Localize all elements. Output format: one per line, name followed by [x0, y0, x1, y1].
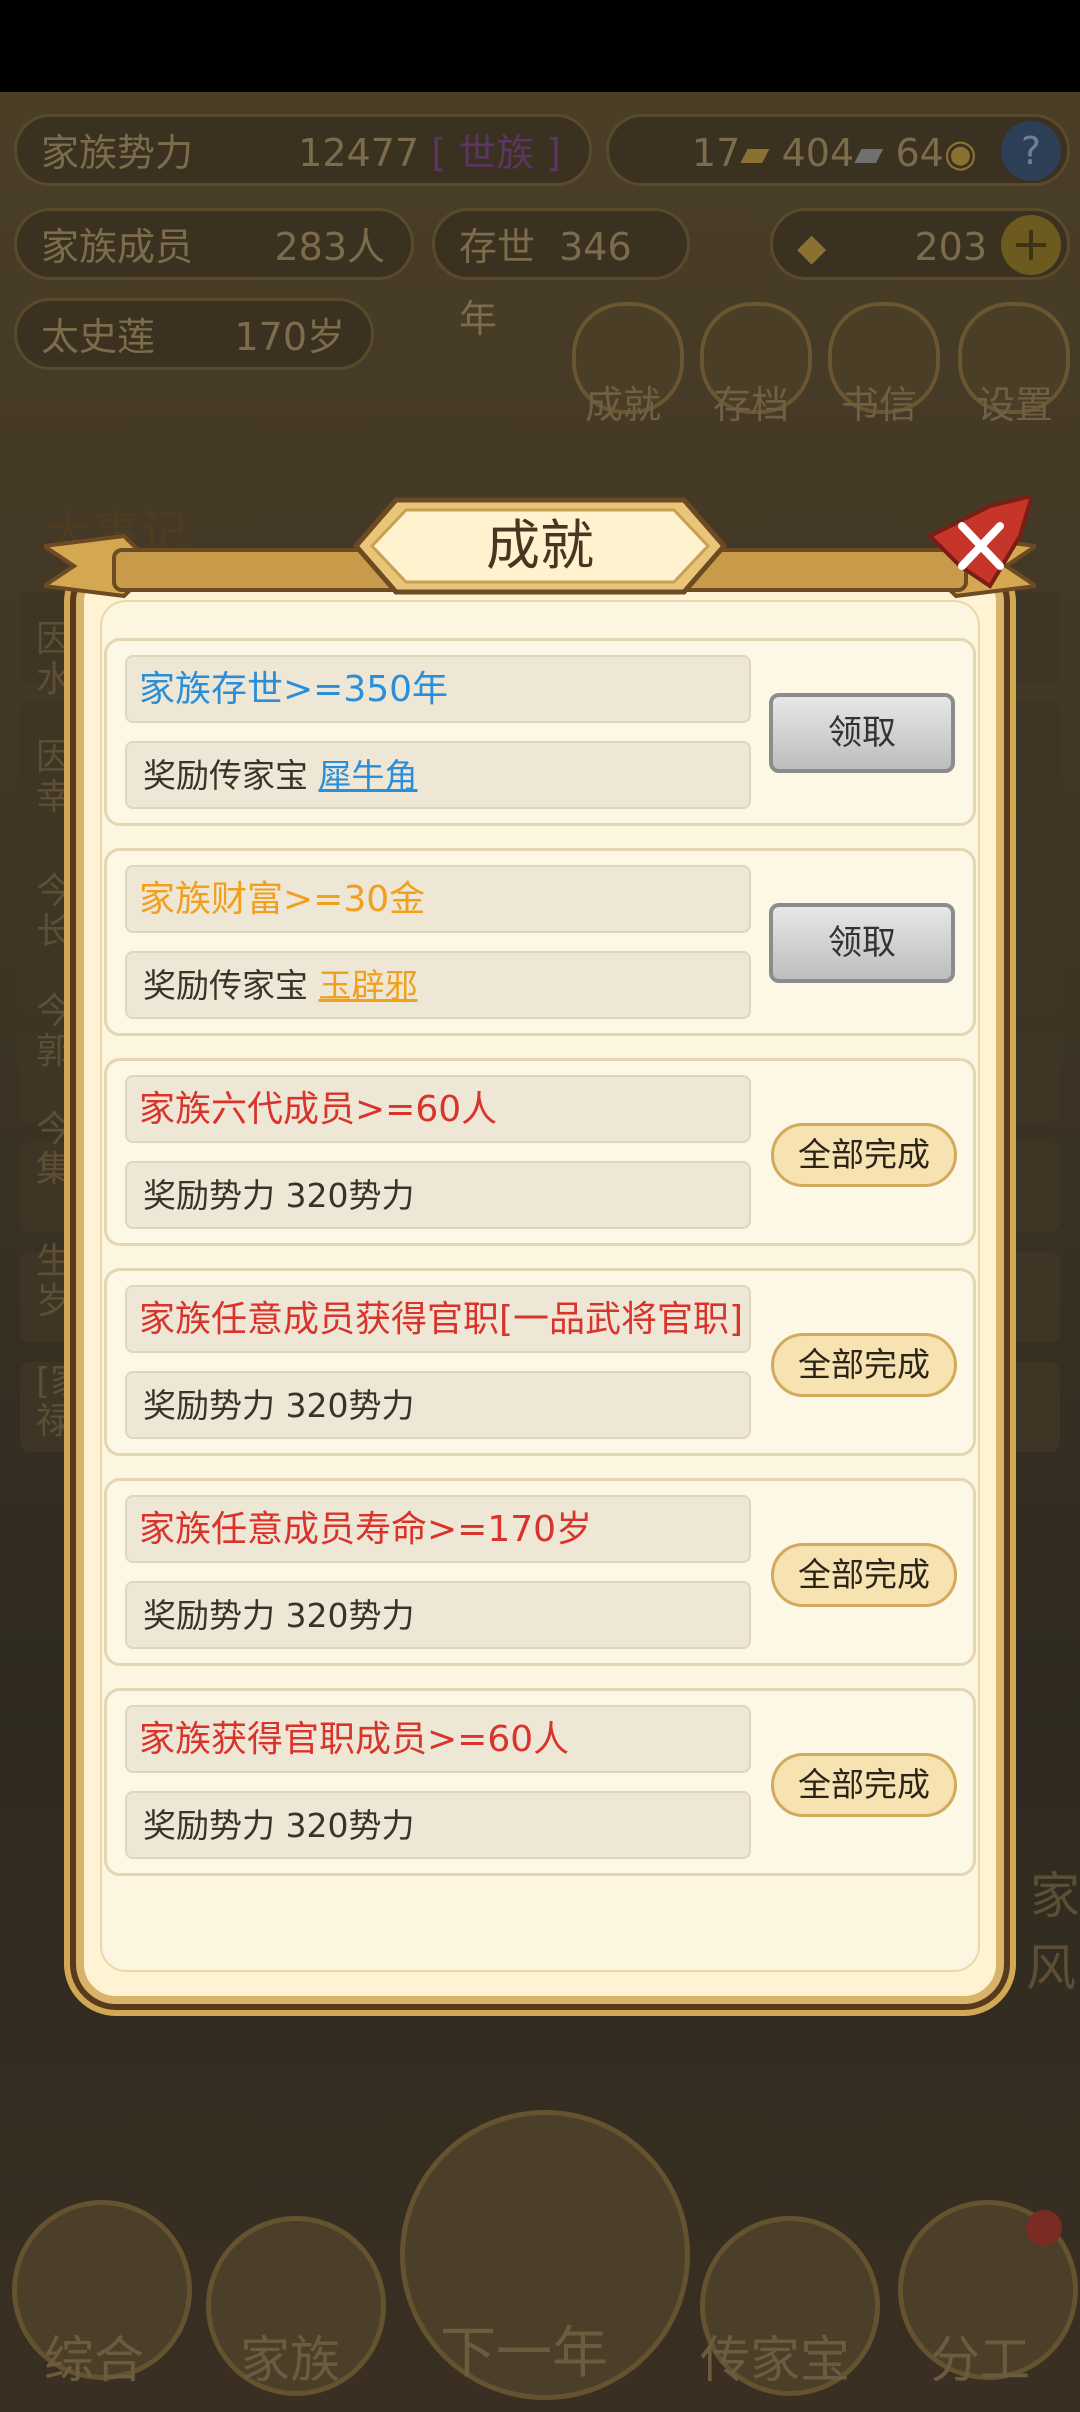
- notification-dot: [1026, 2210, 1062, 2246]
- completed-badge: 全部完成: [771, 1123, 957, 1187]
- elder-panel: 太史莲 170岁: [14, 298, 374, 370]
- achievement-condition: 家族任意成员获得官职[一品武将官职]: [125, 1285, 751, 1353]
- gold-bar-icon: ▰: [740, 131, 770, 175]
- ingot-panel: ◆ 203 +: [770, 208, 1070, 280]
- family-age-panel: 存世 346年: [432, 208, 690, 341]
- menu-label-save: 存档: [712, 383, 789, 427]
- event-fragment: 水: [36, 659, 73, 700]
- family-members-label: 家族成员: [41, 225, 194, 269]
- event-fragment: 今: [36, 1109, 73, 1150]
- nav-heirloom-label: 传家宝: [700, 2331, 850, 2389]
- achievement-reward: 奖励势力 320势力: [125, 1791, 751, 1859]
- menu-label-settings: 设置: [976, 383, 1053, 427]
- achievement-card: 家族财富>=30金 奖励传家宝 玉辟邪 领取: [104, 848, 976, 1036]
- family-rank: [ 世族 ]: [431, 131, 561, 175]
- achievement-condition: 家族获得官职成员>=60人: [125, 1705, 751, 1773]
- event-fragment: 生: [36, 1241, 73, 1282]
- family-power-panel: 家族势力 12477 [ 世族 ]: [14, 114, 592, 186]
- reward-prefix: 奖励传家宝: [143, 966, 319, 1005]
- achievement-condition: 家族存世>=350年: [125, 655, 751, 723]
- nav-general-label: 综合: [44, 2331, 144, 2389]
- event-fragment: 幸: [36, 777, 73, 818]
- achievement-reward: 奖励势力 320势力: [125, 1581, 751, 1649]
- silver-bar-count: 404: [781, 131, 855, 175]
- gold-bar-count: 17: [691, 131, 741, 175]
- achievement-condition: 家族任意成员寿命>=170岁: [125, 1495, 751, 1563]
- achievement-reward: 奖励势力 320势力: [125, 1161, 751, 1229]
- event-fragment: 岁: [36, 1281, 73, 1322]
- coin-icon: ◉: [943, 131, 977, 175]
- completed-badge: 全部完成: [771, 1753, 957, 1817]
- event-fragment: 郭: [36, 1031, 73, 1072]
- achievement-condition: 家族财富>=30金: [125, 865, 751, 933]
- reward-prefix: 奖励传家宝: [143, 756, 319, 795]
- help-icon[interactable]: ?: [1001, 121, 1061, 181]
- close-icon[interactable]: [920, 496, 1032, 596]
- event-fragment: 集: [36, 1149, 73, 1190]
- achievement-reward: 奖励势力 320势力: [125, 1371, 751, 1439]
- event-fragment: 因: [36, 737, 73, 778]
- achievement-reward: 奖励传家宝 玉辟邪: [125, 951, 751, 1019]
- elder-age: 170岁: [234, 315, 345, 359]
- menu-label-letter: 书信: [840, 383, 917, 427]
- achievement-reward: 奖励传家宝 犀牛角: [125, 741, 751, 809]
- achievement-card: 家族获得官职成员>=60人 奖励势力 320势力 全部完成: [104, 1688, 976, 1876]
- side-fragment: 家: [1030, 1867, 1080, 1925]
- event-fragment: 因: [36, 619, 73, 660]
- claim-button[interactable]: 领取: [769, 903, 955, 983]
- event-fragment: 今: [36, 871, 73, 912]
- achievement-card: 家族任意成员寿命>=170岁 奖励势力 320势力 全部完成: [104, 1478, 976, 1666]
- family-members-panel: 家族成员 283人: [14, 208, 414, 280]
- completed-badge: 全部完成: [771, 1543, 957, 1607]
- add-ingot-icon[interactable]: +: [1001, 215, 1061, 275]
- achievement-card: 家族任意成员获得官职[一品武将官职] 奖励势力 320势力 全部完成: [104, 1268, 976, 1456]
- family-age-label: 存世: [459, 225, 536, 269]
- silver-bar-icon: ▰: [854, 131, 884, 175]
- status-bar: [0, 0, 1080, 92]
- achievement-card: 家族存世>=350年 奖励传家宝 犀牛角 领取: [104, 638, 976, 826]
- nav-family-label: 家族: [240, 2331, 340, 2389]
- achievement-condition: 家族六代成员>=60人: [125, 1075, 751, 1143]
- event-fragment: 禄: [36, 1401, 73, 1442]
- achievement-card: 家族六代成员>=60人 奖励势力 320势力 全部完成: [104, 1058, 976, 1246]
- completed-badge: 全部完成: [771, 1333, 957, 1397]
- reward-item-link[interactable]: 犀牛角: [319, 756, 418, 795]
- family-power-label: 家族势力: [41, 131, 194, 175]
- side-fragment: 风: [1026, 1939, 1076, 1997]
- menu-label-achievement: 成就: [584, 383, 661, 427]
- family-members-value: 283人: [274, 225, 385, 269]
- event-fragment: 长: [36, 911, 73, 952]
- event-fragment: 今: [36, 991, 73, 1032]
- ingot-count: 203: [914, 225, 987, 269]
- coin-count: 64: [895, 131, 944, 175]
- family-power-value: 12477: [298, 131, 420, 175]
- resource-panel: 17▰ 404▰ 64◉ ?: [606, 114, 1070, 186]
- dialog-title: 成就: [486, 514, 594, 577]
- ingot-icon: ◆: [797, 225, 827, 269]
- elder-name: 太史莲: [41, 315, 156, 359]
- nav-assign-label: 分工: [930, 2331, 1030, 2389]
- nav-next-year-label: 下一年: [440, 2321, 608, 2386]
- claim-button[interactable]: 领取: [769, 693, 955, 773]
- reward-item-link[interactable]: 玉辟邪: [319, 966, 418, 1005]
